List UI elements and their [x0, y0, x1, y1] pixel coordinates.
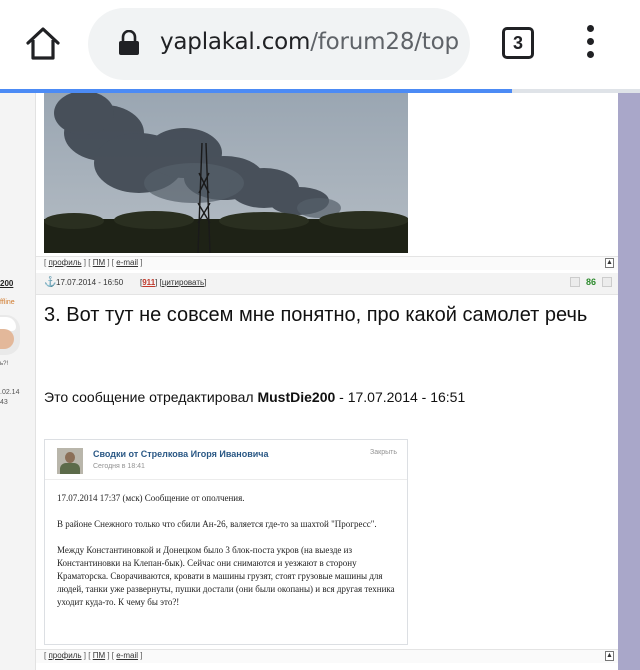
- top-post-links: [ профиль ] [ ПМ ] [ e-mail ]: [44, 258, 143, 267]
- post-content-area: [ профиль ] [ ПМ ] [ e-mail ] ▲ ⚓ 17.07.…: [36, 93, 618, 670]
- post-links: [ профиль ] [ ПМ ] [ e-mail ]: [44, 651, 143, 660]
- profile-link[interactable]: профиль: [48, 258, 81, 267]
- lock-icon: [118, 29, 140, 56]
- author-status: ffline: [0, 299, 15, 306]
- profile-link[interactable]: профиль: [48, 651, 81, 660]
- edited-note: Это сообщение отредактировал MustDie200 …: [44, 389, 465, 405]
- right-rail: [618, 93, 640, 670]
- user-info-column: [0, 93, 36, 670]
- rate-up-icon[interactable]: [602, 277, 612, 287]
- anchor-icon[interactable]: ⚓: [44, 277, 56, 288]
- forum-page: 200 ffline ь?! .02.14 43 [профиль] [П…: [0, 93, 640, 670]
- author-reg-date: .02.14: [0, 389, 20, 396]
- card-header: Сводки от Стрелкова Игоря Ивановича Сего…: [45, 440, 407, 480]
- scroll-top-icon[interactable]: ▲: [605, 651, 614, 661]
- edited-prefix: Это сообщение отредактировал: [44, 389, 254, 405]
- post-date: 17.07.2014 - 16:50: [56, 278, 124, 287]
- top-post-footer: [ профиль ] [ ПМ ] [ e-mail ] ▲: [36, 256, 618, 270]
- card-paragraph: 17.07.2014 17:37 (мск) Сообщение от опол…: [57, 493, 245, 503]
- pm-link[interactable]: ПМ: [93, 258, 105, 267]
- home-icon[interactable]: [22, 22, 64, 64]
- card-avatar: [57, 448, 83, 474]
- url-text: yaplakal.com/forum28/top: [160, 29, 459, 55]
- quote-link[interactable]: цитировать: [162, 278, 204, 287]
- email-link[interactable]: e-mail: [116, 258, 138, 267]
- post-headline: 3. Вот тут не совсем мне понятно, про ка…: [44, 304, 588, 326]
- scroll-top-icon[interactable]: ▲: [605, 258, 614, 268]
- embedded-vk-post[interactable]: Сводки от Стрелкова Игоря Ивановича Сего…: [44, 439, 408, 645]
- rating-count: 86: [586, 277, 597, 287]
- card-time: Сегодня в 18:41: [93, 463, 145, 470]
- card-paragraph: Между Константиновкой и Донецком было 3 …: [57, 545, 395, 607]
- author-note: ь?!: [0, 361, 9, 367]
- email-link[interactable]: e-mail: [116, 651, 138, 660]
- avatar[interactable]: [0, 315, 20, 355]
- pm-link[interactable]: ПМ: [93, 651, 105, 660]
- url-path: /forum28/top: [310, 29, 459, 55]
- edited-suffix: - 17.07.2014 - 16:51: [339, 389, 466, 405]
- card-close-label: Закрыть: [370, 449, 397, 456]
- card-paragraph: В районе Снежного только что сбили Ан-26…: [57, 519, 377, 529]
- url-domain: yaplakal.com: [160, 29, 311, 55]
- card-title: Сводки от Стрелкова Игоря Ивановича: [93, 449, 269, 459]
- card-body: 17.07.2014 17:37 (мск) Сообщение от опол…: [57, 492, 401, 622]
- smoke-photo[interactable]: [44, 93, 408, 253]
- post-number-link[interactable]: 911: [142, 278, 155, 287]
- more-menu-icon[interactable]: [580, 25, 600, 65]
- post-number-group: [911] [цитировать]: [140, 278, 207, 287]
- browser-toolbar: yaplakal.com/forum28/top 3: [0, 0, 640, 93]
- tab-switcher-button[interactable]: 3: [502, 27, 534, 59]
- post-footer: [ профиль ] [ ПМ ] [ e-mail ] ▲: [36, 649, 618, 663]
- rate-down-icon[interactable]: [570, 277, 580, 287]
- author-posts: 43: [0, 399, 8, 406]
- post-header: ⚓ 17.07.2014 - 16:50 [911] [цитировать] …: [36, 273, 618, 295]
- edited-user[interactable]: MustDie200: [257, 389, 335, 405]
- address-bar[interactable]: yaplakal.com/forum28/top: [88, 8, 470, 80]
- author-name[interactable]: 200: [0, 279, 13, 288]
